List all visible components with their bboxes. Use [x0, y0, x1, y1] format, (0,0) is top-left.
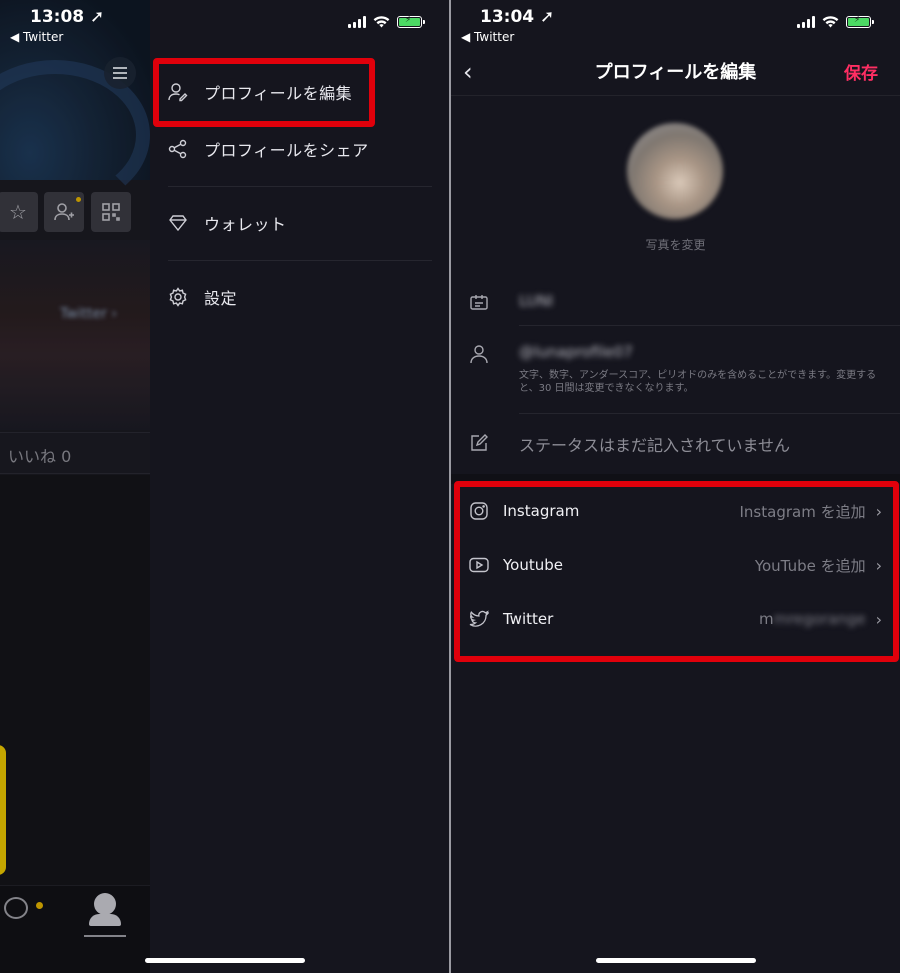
wifi-icon	[822, 16, 839, 28]
drawer-item-wallet[interactable]: ウォレット	[168, 193, 432, 253]
nickname-value: LUNI	[519, 292, 554, 310]
back-to-app[interactable]: ◀ Twitter	[461, 30, 514, 44]
back-to-app[interactable]: ◀ Twitter	[10, 30, 63, 44]
status-icons	[797, 15, 874, 28]
drawer-item-label: 設定	[204, 289, 238, 308]
wifi-icon	[373, 16, 390, 28]
left-screen: ☆ Twitter › いいね 0 13:08 ➚ ◀ Twitter ⚡ プロ…	[0, 0, 450, 973]
page-title: プロフィールを編集	[594, 62, 757, 83]
username-field[interactable]: @lunaprofile07 文字、数字、アンダースコア、ピリオドのみを含めるこ…	[469, 335, 882, 413]
id-card-icon	[469, 292, 489, 312]
profile-photo[interactable]	[627, 123, 723, 219]
user-icon	[469, 344, 489, 364]
nav-bar: ‹ プロフィールを編集 保存	[451, 50, 900, 94]
highlight-box-sns	[454, 481, 899, 662]
nickname-field[interactable]: LUNI	[469, 280, 882, 325]
status-time: 13:04 ➚	[480, 7, 555, 27]
status-field[interactable]: ステータスはまだ記入されていません	[469, 420, 882, 472]
username-value: @lunaprofile07	[519, 343, 633, 361]
side-drawer: プロフィールを編集 プロフィールをシェア ウォレット 設定	[145, 0, 450, 973]
save-button[interactable]: 保存	[844, 59, 878, 84]
drawer-item-share-profile[interactable]: プロフィールをシェア	[168, 119, 432, 179]
battery-icon	[846, 15, 874, 28]
highlight-box-edit-profile	[153, 58, 375, 127]
battery-icon	[397, 15, 425, 28]
right-screen: 13:04 ➚ ◀ Twitter ‹ プロフィールを編集 保存 写真を変更 L…	[451, 0, 900, 973]
status-icons	[348, 15, 425, 28]
diamond-icon	[168, 213, 188, 233]
edit-pencil-icon	[469, 433, 489, 453]
username-hint: 文字、数字、アンダースコア、ピリオドのみを含めることができます。変更すると、30…	[519, 370, 877, 394]
drawer-item-label: プロフィールをシェア	[204, 141, 369, 160]
home-indicator	[145, 958, 305, 963]
change-photo-link[interactable]: 写真を変更	[451, 236, 900, 253]
cellular-signal-icon	[797, 16, 815, 28]
drawer-item-label: ウォレット	[204, 215, 287, 234]
cellular-signal-icon	[348, 16, 366, 28]
drawer-item-settings[interactable]: 設定	[168, 267, 432, 327]
status-placeholder: ステータスはまだ記入されていません	[519, 436, 791, 455]
gear-icon	[168, 287, 188, 307]
background-profile-page: ☆ Twitter › いいね 0	[0, 0, 150, 973]
home-indicator	[596, 958, 756, 963]
share-icon	[168, 139, 188, 159]
status-time: 13:08 ➚	[30, 7, 105, 27]
